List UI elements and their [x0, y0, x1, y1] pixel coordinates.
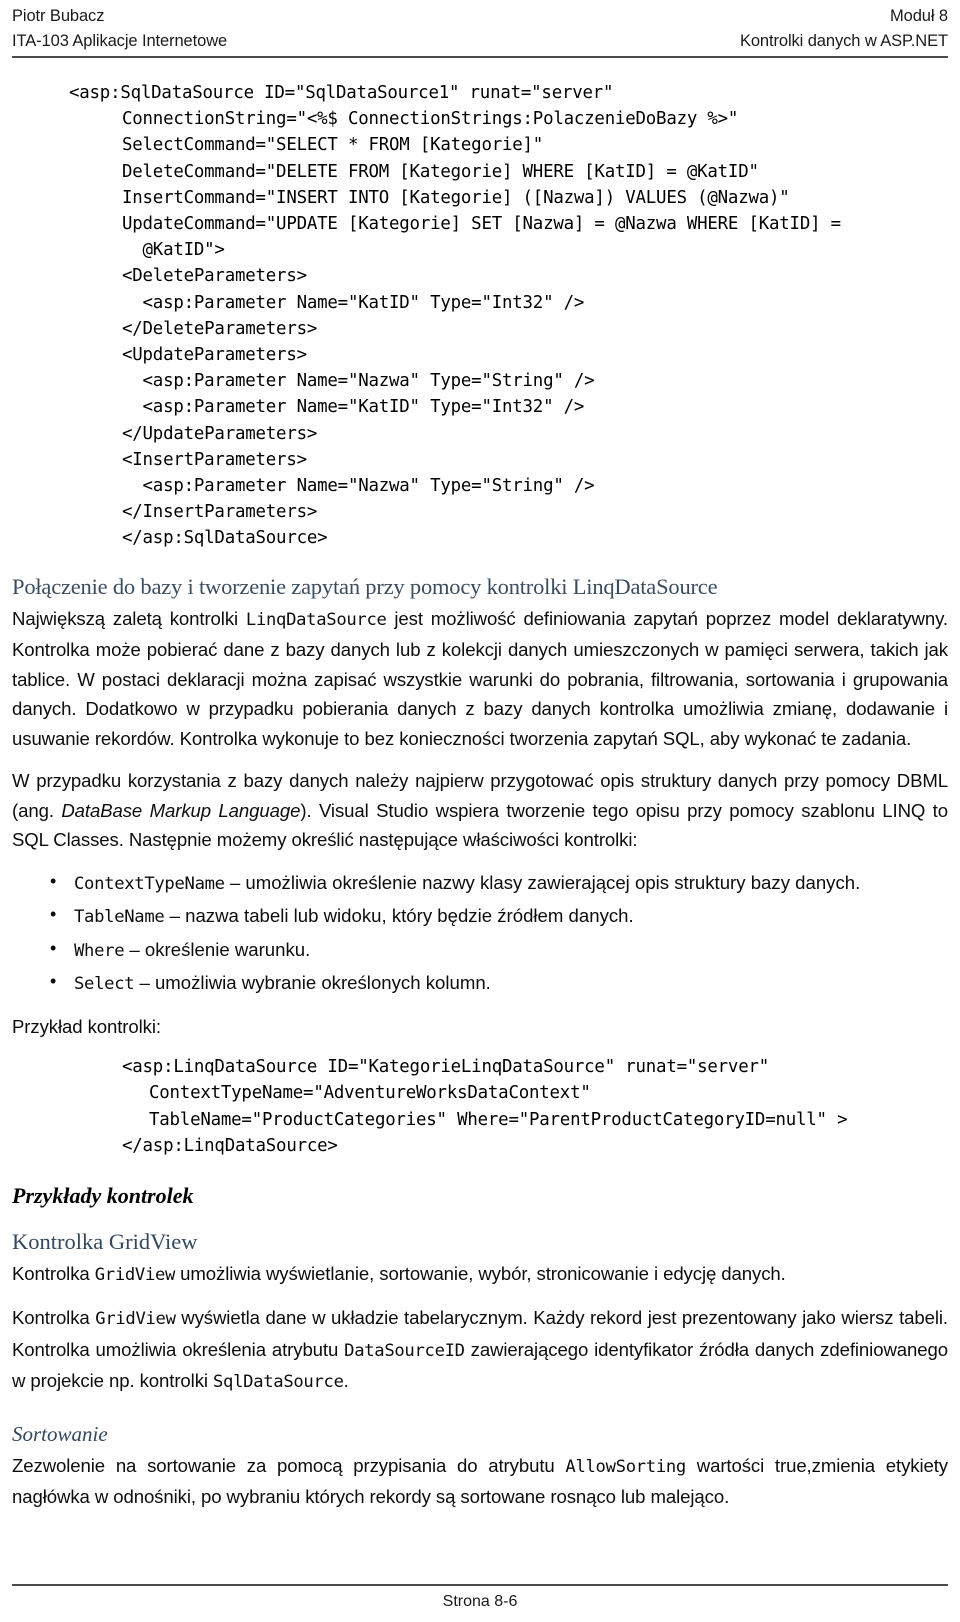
code-block-linqdatasource-attrs: ContextTypeName="AdventureWorksDataConte…	[149, 1083, 848, 1130]
property-description: – umożliwia określenie nazwy klasy zawie…	[224, 871, 861, 893]
paragraph-gridview-intro: Kontrolka GridView umożliwia wyświetlani…	[12, 1259, 948, 1291]
property-description: – nazwa tabeli lub widoku, który będzie …	[164, 905, 634, 927]
code-block-sqldatasource-open: <asp:SqlDataSource ID="SqlDataSource1" r…	[69, 83, 614, 103]
page-header: Piotr Bubacz ITA-103 Aplikacje Interneto…	[12, 0, 948, 54]
inline-code-sqldatasource: SqlDataSource	[213, 1372, 344, 1393]
footer-divider	[12, 1584, 948, 1586]
property-list: ContextTypeName – umożliwia określenie n…	[12, 867, 948, 1000]
section-heading-linqdatasource: Połączenie do bazy i tworzenie zapytań p…	[12, 573, 718, 599]
header-module-title: Kontrolki danych w ASP.NET	[739, 32, 948, 50]
header-left-block: Piotr Bubacz ITA-103 Aplikacje Interneto…	[12, 4, 227, 54]
list-item: Where – określenie warunku.	[50, 934, 948, 967]
header-right-block: Moduł 8 Kontrolki danych w ASP.NET	[740, 4, 948, 54]
paragraph-sorting-part-a: Zezwolenie na sortowanie za pomocą przyp…	[12, 1454, 566, 1476]
inline-code-datasourceid: DataSourceID	[344, 1340, 465, 1361]
list-item: ContextTypeName – umożliwia określenie n…	[50, 867, 948, 900]
document-content: <asp:SqlDataSource ID="SqlDataSource1" r…	[12, 66, 948, 1512]
paragraph-gridview-details-part-a: Kontrolka	[12, 1307, 96, 1329]
property-name: ContextTypeName	[74, 873, 225, 894]
footer-page-number: Strona 8-6	[442, 1593, 518, 1610]
header-module: Moduł 8	[889, 7, 948, 25]
inline-italic-dbml-expansion: DataBase Markup Language	[61, 799, 301, 821]
section-heading-sorting: Sortowanie	[12, 1421, 108, 1446]
list-item: Select – umożliwia wybranie określonych …	[50, 967, 948, 1000]
paragraph-dbml: W przypadku korzystania z bazy danych na…	[12, 766, 948, 855]
inline-code-allowsorting: AllowSorting	[565, 1456, 686, 1477]
paragraph-linq-intro-part-a: Największą zaletą kontrolki	[12, 607, 246, 629]
paragraph-example-label: Przykład kontrolki:	[12, 1015, 161, 1037]
inline-code-gridview: GridView	[94, 1264, 176, 1285]
header-course: ITA-103 Aplikacje Internetowe	[12, 32, 228, 50]
list-item: TableName – nazwa tabeli lub widoku, któ…	[50, 900, 948, 933]
paragraph-gridview-intro-part-a: Kontrolka	[12, 1262, 95, 1284]
inline-code-linqdatasource: LinqDataSource	[245, 609, 387, 630]
property-name: Select	[74, 974, 135, 995]
paragraph-gridview-details-part-d: .	[343, 1370, 349, 1392]
property-description: – umożliwia wybranie określonych kolumn.	[134, 972, 491, 994]
section-heading-gridview: Kontrolka GridView	[12, 1228, 198, 1254]
paragraph-sorting: Zezwolenie na sortowanie za pomocą przyp…	[12, 1451, 948, 1512]
header-author: Piotr Bubacz	[12, 7, 105, 25]
paragraph-gridview-intro-part-b: umożliwia wyświetlanie, sortowanie, wybó…	[175, 1262, 786, 1284]
property-description: – określenie warunku.	[124, 938, 311, 960]
property-name: Where	[74, 940, 125, 961]
code-block-linqdatasource-open: <asp:LinqDataSource ID="KategorieLinqDat…	[122, 1057, 770, 1078]
code-block-sqldatasource-body: ConnectionString="<%$ ConnectionStrings:…	[122, 109, 841, 549]
inline-code-gridview: GridView	[95, 1309, 176, 1330]
property-name: TableName	[74, 907, 165, 928]
paragraph-linq-intro: Największą zaletą kontrolki LinqDataSour…	[12, 604, 948, 754]
section-heading-examples: Przykłady kontrolek	[12, 1182, 194, 1208]
header-divider	[12, 56, 948, 58]
document-page: Piotr Bubacz ITA-103 Aplikacje Interneto…	[0, 0, 960, 1622]
page-footer: Strona 8-6	[12, 1584, 948, 1614]
code-block-linqdatasource-close: </asp:LinqDataSource>	[122, 1135, 338, 1156]
paragraph-gridview-details: Kontrolka GridView wyświetla dane w ukła…	[12, 1303, 948, 1398]
